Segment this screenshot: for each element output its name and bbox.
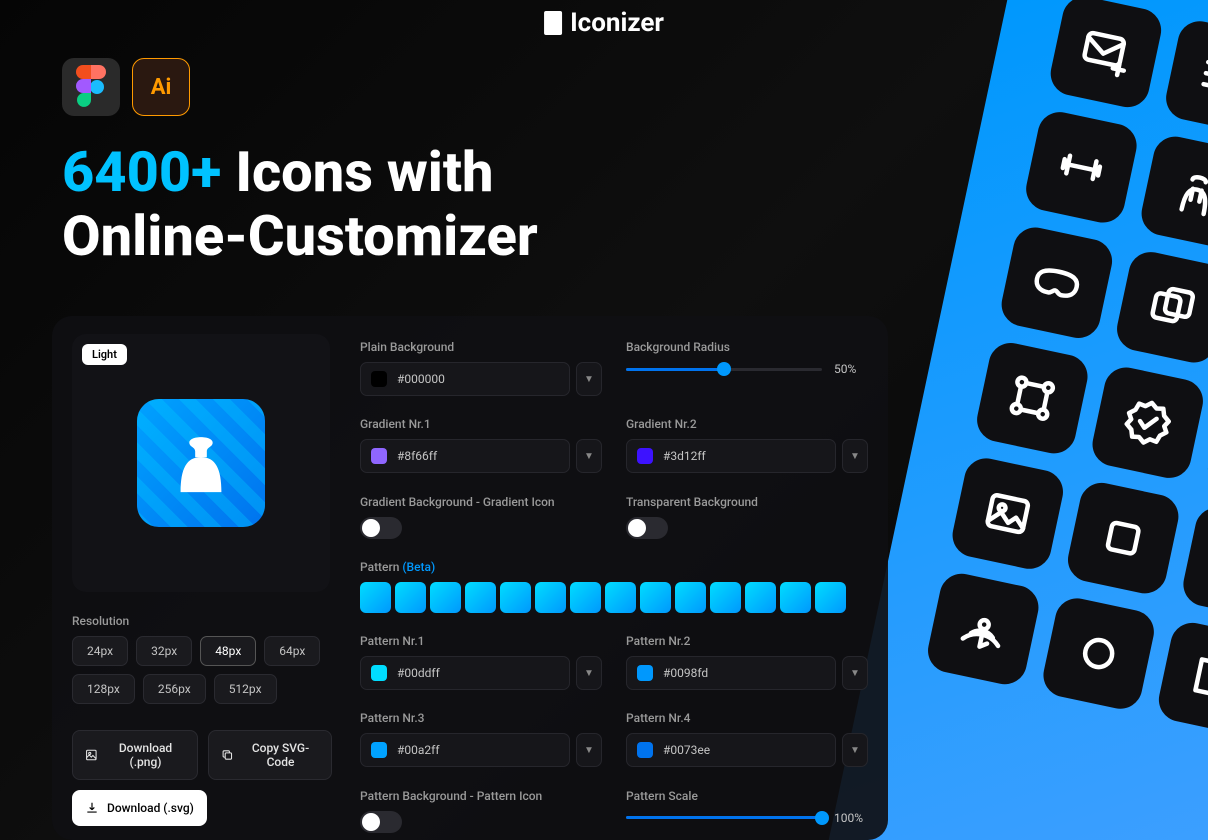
brand-mark-icon: [544, 11, 562, 35]
resolution-option[interactable]: 48px: [200, 636, 256, 666]
icon-preview: Light: [72, 334, 330, 592]
hero: Iconizer Ai 6400+ Icons with Online-Cust…: [0, 0, 1208, 840]
transparent-bg-toggle-control: Transparent Background: [626, 495, 868, 546]
pattern-option[interactable]: [815, 582, 846, 613]
graph-nodes-icon: [973, 339, 1092, 458]
misc6-icon: [1179, 503, 1208, 622]
mail-add-icon: [1047, 0, 1166, 111]
pat-scale-control: Pattern Scale 100%: [626, 789, 868, 840]
headline: 6400+ Icons with Online-Customizer: [62, 140, 538, 269]
grad2-input[interactable]: #3d12ff: [626, 439, 836, 473]
grad1-control: Gradient Nr.1 #8f66ff ▼: [360, 417, 602, 480]
preview-icon-render: [137, 399, 265, 527]
pattern-option[interactable]: [640, 582, 671, 613]
plain-bg-input[interactable]: #000000: [360, 362, 570, 396]
preview-column: Light Resolution 24px 32px 48px 64px 128px 25…: [72, 334, 332, 840]
pat1-input[interactable]: #00ddff: [360, 656, 570, 690]
resolution-section: Resolution 24px 32px 48px 64px 128px 256px 512…: [72, 614, 332, 704]
brand-logo: Iconizer: [544, 8, 664, 38]
pat4-dropdown[interactable]: ▼: [842, 733, 868, 767]
bg-radius-control: Background Radius 50%: [626, 340, 868, 403]
pattern-option[interactable]: [535, 582, 566, 613]
grad1-dropdown[interactable]: ▼: [576, 439, 602, 473]
pattern-swatches: [360, 582, 868, 613]
brand-name: Iconizer: [570, 8, 664, 38]
customizer-panel: Light Resolution 24px 32px 48px 64px 128px 25…: [52, 316, 888, 840]
misc7-icon: [1039, 594, 1158, 713]
pat-bg-toggle[interactable]: [360, 811, 402, 833]
app-badges: Ai: [62, 58, 190, 116]
pat-scale-slider[interactable]: [626, 816, 822, 819]
pattern-option[interactable]: [570, 582, 601, 613]
figma-badge-icon: [62, 58, 120, 116]
grad2-control: Gradient Nr.2 #3d12ff ▼: [626, 417, 868, 480]
bg-radius-slider[interactable]: [626, 368, 822, 371]
resolution-option[interactable]: 64px: [264, 636, 320, 666]
image-icon: [948, 454, 1067, 573]
grad-bg-toggle-control: Gradient Background - Gradient Icon: [360, 495, 602, 546]
pat2-dropdown[interactable]: ▼: [842, 656, 868, 690]
plain-bg-control: Plain Background #000000 ▼: [360, 340, 602, 403]
pattern-option[interactable]: [395, 582, 426, 613]
pattern-option[interactable]: [710, 582, 741, 613]
headline-accent: 6400+: [62, 139, 221, 205]
broadcast-arrow-icon: [924, 570, 1043, 689]
resolution-option[interactable]: 128px: [72, 674, 135, 704]
resolution-option[interactable]: 256px: [143, 674, 206, 704]
resolution-label: Resolution: [72, 614, 332, 628]
grad1-input[interactable]: #8f66ff: [360, 439, 570, 473]
misc4-icon: [1204, 388, 1208, 507]
grad-bg-toggle[interactable]: [360, 517, 402, 539]
action-buttons: Download (.png) Copy SVG-Code Download (…: [72, 730, 332, 826]
resolution-option[interactable]: 24px: [72, 636, 128, 666]
resolution-options: 24px 32px 48px 64px 128px 256px 512px: [72, 636, 332, 704]
pat4-control: Pattern Nr.4 #0073ee ▼: [626, 711, 868, 774]
resolution-option[interactable]: 512px: [214, 674, 277, 704]
illustrator-badge-icon: Ai: [132, 58, 190, 116]
pat3-input[interactable]: #00a2ff: [360, 733, 570, 767]
pattern-section: Pattern (Beta): [360, 560, 868, 620]
download-svg-button[interactable]: Download (.svg): [72, 790, 207, 826]
pat2-control: Pattern Nr.2 #0098fd ▼: [626, 634, 868, 697]
pat4-input[interactable]: #0073ee: [626, 733, 836, 767]
list-add-icon: [1162, 17, 1208, 136]
copy-svg-button[interactable]: Copy SVG-Code: [208, 730, 332, 780]
controls-column: Plain Background #000000 ▼ Background Ra…: [360, 334, 868, 840]
download-png-button[interactable]: Download (.png): [72, 730, 198, 780]
grad2-dropdown[interactable]: ▼: [842, 439, 868, 473]
plain-bg-dropdown[interactable]: ▼: [576, 362, 602, 396]
pattern-option[interactable]: [430, 582, 461, 613]
pattern-option[interactable]: [500, 582, 531, 613]
pattern-option[interactable]: [780, 582, 811, 613]
pattern-option[interactable]: [465, 582, 496, 613]
copy-icon: [1113, 248, 1208, 367]
pat1-control: Pattern Nr.1 #00ddff ▼: [360, 634, 602, 697]
pattern-option[interactable]: [745, 582, 776, 613]
light-mode-tag[interactable]: Light: [82, 344, 127, 365]
pattern-option[interactable]: [675, 582, 706, 613]
verified-badge-icon: [1088, 363, 1207, 482]
pat3-dropdown[interactable]: ▼: [576, 733, 602, 767]
pattern-option[interactable]: [360, 582, 391, 613]
pat3-control: Pattern Nr.3 #00a2ff ▼: [360, 711, 602, 774]
pat-bg-toggle-control: Pattern Background - Pattern Icon: [360, 789, 602, 840]
pat1-dropdown[interactable]: ▼: [576, 656, 602, 690]
fountain-icon: [1137, 133, 1208, 252]
pat2-input[interactable]: #0098fd: [626, 656, 836, 690]
pattern-option[interactable]: [605, 582, 636, 613]
goggles-icon: [998, 223, 1117, 342]
misc5-icon: [1064, 479, 1183, 598]
resolution-option[interactable]: 32px: [136, 636, 192, 666]
transparent-bg-toggle[interactable]: [626, 517, 668, 539]
dumbbell-icon: [1022, 108, 1141, 227]
